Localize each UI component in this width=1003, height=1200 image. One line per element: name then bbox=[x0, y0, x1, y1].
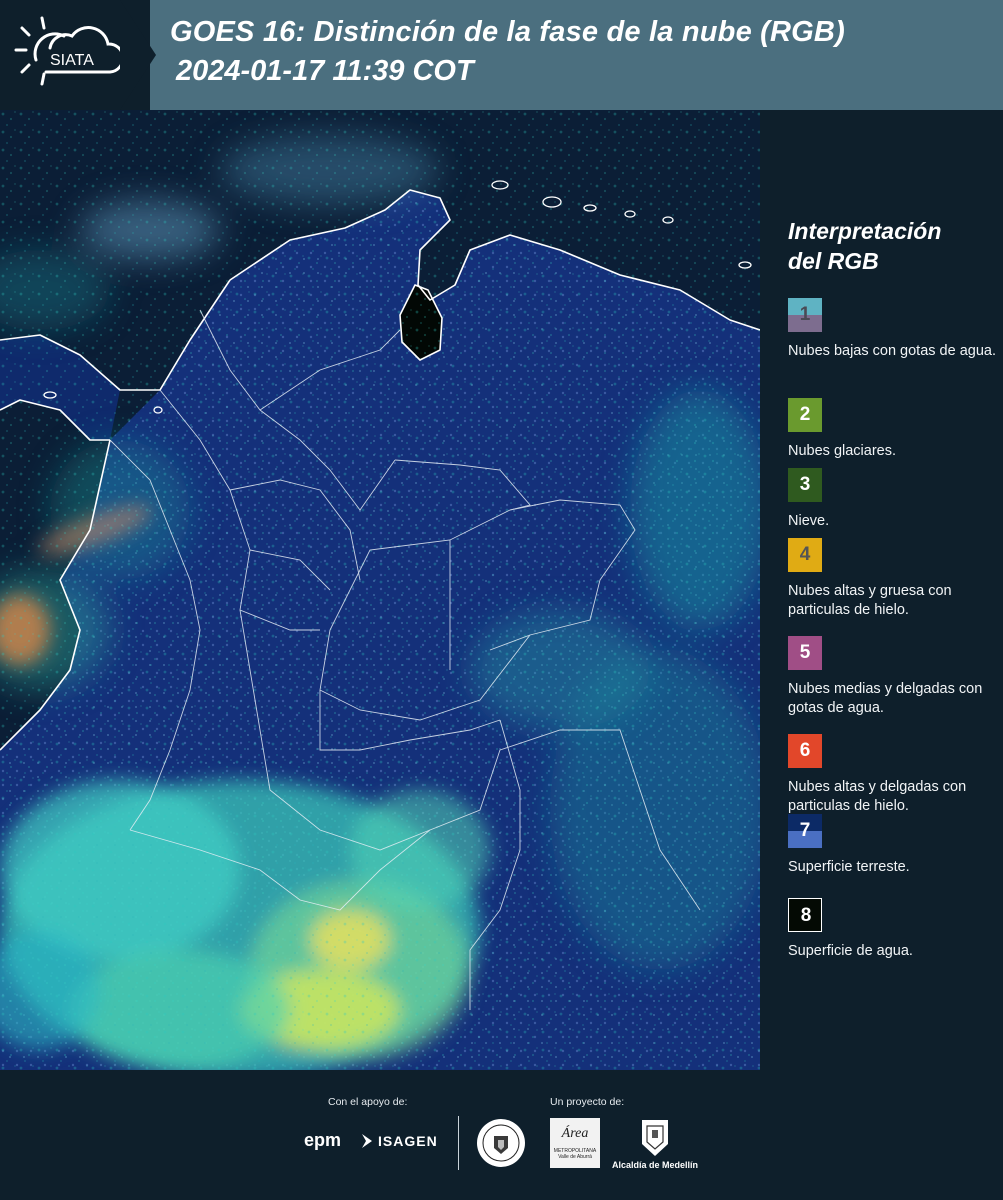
alcaldia-text: Alcaldía de Medellín bbox=[612, 1160, 699, 1170]
siata-logo-icon: SIATA bbox=[14, 16, 124, 86]
legend-label: Nubes medias y delgadas con gotas de agu… bbox=[788, 681, 983, 716]
area-metropolitana-logo: Área METROPOLITANA Valle de Aburrá bbox=[550, 1118, 600, 1168]
legend-number: 8 bbox=[800, 905, 812, 926]
support-label: Con el apoyo de: bbox=[328, 1096, 408, 1108]
legend-number: 2 bbox=[799, 404, 811, 425]
logo-arrow bbox=[120, 0, 156, 110]
legend-number: 3 bbox=[799, 474, 811, 495]
legend-swatch: 6 bbox=[788, 734, 822, 768]
legend-label: Nubes altas y gruesa con particulas de h… bbox=[788, 583, 952, 618]
legend-number: 6 bbox=[799, 740, 811, 761]
footer-divider bbox=[458, 1116, 459, 1170]
legend-swatch: 3 bbox=[788, 468, 822, 502]
page-title: GOES 16: Distinción de la fase de la nub… bbox=[170, 16, 845, 48]
legend-swatch: 1 bbox=[788, 298, 822, 332]
epm-logo: epm bbox=[304, 1130, 342, 1150]
isagen-logo-icon bbox=[360, 1130, 374, 1157]
legend-label: Nubes bajas con gotas de agua. bbox=[788, 343, 996, 359]
legend-label: Superficie de agua. bbox=[788, 943, 913, 959]
area-logo-text: Área bbox=[561, 1126, 589, 1141]
legend-swatch: 5 bbox=[788, 636, 822, 670]
footer: Con el apoyo de: Un proyecto de: epm ISA… bbox=[0, 1070, 1003, 1200]
project-label: Un proyecto de: bbox=[550, 1096, 625, 1108]
legend-number: 4 bbox=[799, 544, 811, 565]
legend-title-line1: Interpretación bbox=[788, 218, 942, 244]
legend-number: 5 bbox=[799, 642, 811, 663]
area-logo-subtext: METROPOLITANA Valle de Aburrá bbox=[553, 1148, 597, 1160]
legend-number: 1 bbox=[799, 304, 811, 325]
legend-number: 7 bbox=[799, 820, 811, 841]
satellite-map bbox=[0, 110, 760, 1070]
legend-label: Nubes altas y delgadas con particulas de… bbox=[788, 779, 967, 814]
legend-swatch: 7 bbox=[788, 814, 822, 848]
header-bar: SIATA GOES 16: Distinción de la fase de … bbox=[0, 0, 1003, 110]
legend-title: Interpretación del RGB bbox=[788, 216, 988, 276]
alcaldia-shield-icon bbox=[642, 1120, 668, 1156]
page-timestamp: 2024-01-17 11:39 COT bbox=[176, 55, 474, 87]
satellite-map-image bbox=[0, 110, 760, 1070]
siata-logo-text: SIATA bbox=[50, 52, 94, 69]
legend-label: Superficie terreste. bbox=[788, 859, 910, 875]
legend-swatch: 4 bbox=[788, 538, 822, 572]
isagen-logo: ISAGEN bbox=[378, 1133, 438, 1149]
medellin-seal-icon bbox=[477, 1119, 525, 1167]
legend-swatch: 8 bbox=[788, 898, 822, 932]
legend-title-line2: del RGB bbox=[788, 248, 879, 274]
legend-panel: Interpretación del RGB 1 Nubes bajas con … bbox=[760, 110, 1003, 1070]
legend-swatch: 2 bbox=[788, 398, 822, 432]
legend-label: Nieve. bbox=[788, 513, 830, 529]
legend-label: Nubes glaciares. bbox=[788, 443, 896, 459]
